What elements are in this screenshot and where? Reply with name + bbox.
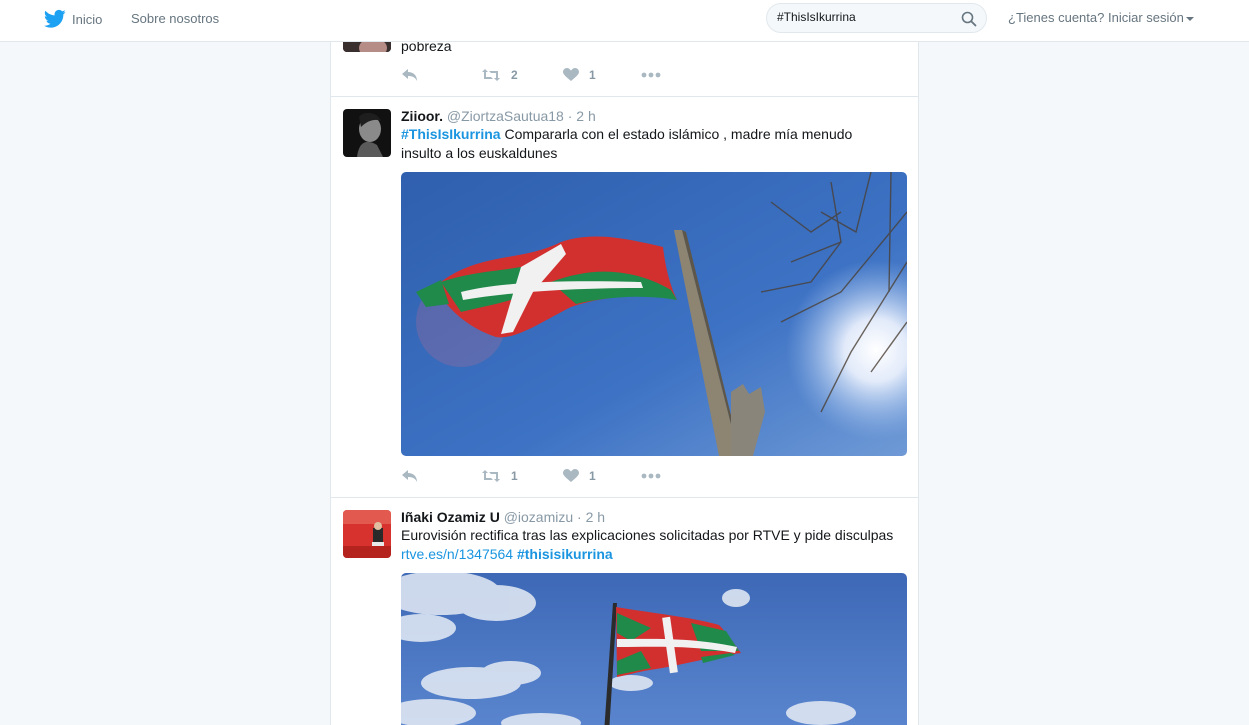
tweet-photo[interactable]	[401, 573, 907, 725]
search-input[interactable]	[777, 10, 957, 24]
account-prompt: ¿Tienes cuenta?	[1008, 10, 1105, 25]
twitter-bird-icon	[44, 9, 66, 28]
nav-home-link[interactable]: Inicio	[44, 9, 102, 29]
tweet-author-handle[interactable]: @iozamizu	[504, 509, 573, 525]
avatar-image	[343, 42, 391, 52]
timeline: pobreza 2 1 Ziioor. @ZiortzaSautua18 · 2…	[330, 42, 919, 725]
ikurrina-flag-photo	[401, 573, 907, 725]
like-button[interactable]: 1	[563, 68, 641, 82]
heart-icon	[563, 469, 579, 482]
tweet-timestamp[interactable]: 2 h	[586, 509, 605, 525]
separator: ·	[577, 509, 582, 525]
chevron-down-icon[interactable]	[1185, 16, 1194, 21]
reply-button[interactable]	[401, 469, 481, 483]
more-button[interactable]	[641, 473, 661, 479]
avatar-image	[343, 510, 391, 558]
avatar[interactable]	[343, 42, 391, 52]
retweet-icon	[482, 69, 500, 81]
nav-about-link[interactable]: Sobre nosotros	[131, 11, 219, 26]
reply-button[interactable]	[401, 68, 481, 82]
retweet-icon	[482, 470, 500, 482]
ikurrina-flag-photo	[401, 172, 907, 456]
tweet-text: Eurovisión rectifica tras las explicacio…	[401, 526, 907, 564]
hashtag-link[interactable]: #ThisIsIkurrina	[401, 126, 501, 142]
reply-icon	[402, 470, 417, 482]
avatar[interactable]	[343, 510, 391, 558]
tweet-text: pobreza	[401, 42, 452, 54]
retweet-button[interactable]: 1	[481, 469, 563, 483]
nav-home-label: Inicio	[72, 11, 103, 27]
tweet-text-line: insulto a los euskaldunes	[401, 145, 558, 161]
tweet-actions: 2 1	[401, 66, 661, 84]
tweet: Iñaki Ozamiz U @iozamizu · 2 h Eurovisió…	[331, 498, 918, 725]
tweet-text-line: Eurovisión rectifica tras las explicacio…	[401, 527, 894, 543]
tweet-photo[interactable]	[401, 172, 907, 456]
login-link[interactable]: Iniciar sesión	[1108, 10, 1184, 25]
login-area: ¿Tienes cuenta? Iniciar sesión	[1008, 10, 1194, 25]
retweet-count: 1	[511, 469, 518, 483]
more-button[interactable]	[641, 72, 661, 78]
search-icon[interactable]	[961, 11, 977, 27]
tweet-text-line: Compararla con el estado islámico , madr…	[500, 126, 853, 142]
retweet-button[interactable]: 2	[481, 68, 563, 82]
like-button[interactable]: 1	[563, 469, 641, 483]
heart-icon	[563, 68, 579, 81]
more-icon	[641, 473, 661, 479]
reply-icon	[402, 69, 417, 81]
avatar[interactable]	[343, 109, 391, 157]
tweet: pobreza 2 1	[331, 42, 918, 97]
like-count: 1	[589, 68, 596, 82]
tweet-author-name[interactable]: Ziioor.	[401, 108, 443, 124]
retweet-count: 2	[511, 68, 518, 82]
tweet-url-link[interactable]: rtve.es/n/1347564	[401, 546, 513, 562]
tweet-timestamp[interactable]: 2 h	[576, 108, 595, 124]
hashtag-link[interactable]: #thisisikurrina	[517, 546, 613, 562]
tweet-text: #ThisIsIkurrina Compararla con el estado…	[401, 125, 907, 163]
tweet-author-name[interactable]: Iñaki Ozamiz U	[401, 509, 500, 525]
avatar-image	[343, 109, 391, 157]
separator: ·	[567, 108, 573, 124]
tweet: Ziioor. @ZiortzaSautua18 · 2 h #ThisIsIk…	[331, 97, 918, 498]
more-icon	[641, 72, 661, 78]
tweet-author-handle[interactable]: @ZiortzaSautua18	[447, 108, 564, 124]
tweet-actions: 1 1	[401, 467, 661, 485]
search-box	[766, 3, 987, 33]
like-count: 1	[589, 469, 596, 483]
top-nav-bar: Inicio Sobre nosotros ¿Tienes cuenta? In…	[0, 0, 1249, 42]
